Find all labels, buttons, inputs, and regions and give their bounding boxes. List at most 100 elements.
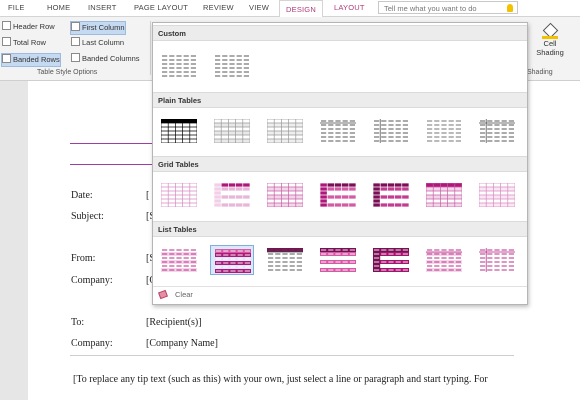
table-preview-icon — [162, 55, 196, 77]
checkbox-icon — [2, 54, 11, 63]
tab-layout[interactable]: LAYOUT — [334, 3, 365, 12]
total-row-checkbox[interactable]: Total Row — [2, 37, 46, 49]
to-value[interactable]: [Recipient(s)] — [146, 317, 202, 328]
table-style-thumbnail[interactable] — [422, 180, 466, 210]
row-plain — [153, 112, 527, 152]
lightbulb-icon — [507, 4, 513, 12]
checkbox-icon — [71, 37, 80, 46]
table-style-thumbnail[interactable] — [369, 116, 413, 146]
table-style-thumbnail[interactable] — [422, 245, 466, 275]
clear-button[interactable]: Clear — [153, 286, 527, 302]
table-preview-icon — [161, 249, 197, 272]
section-plain-tables: Plain Tables — [153, 92, 527, 108]
table-preview-icon — [374, 119, 408, 143]
subject-label: Subject: — [71, 211, 104, 222]
table-style-thumbnail[interactable] — [475, 180, 519, 210]
tab-design[interactable]: DESIGN — [279, 0, 323, 18]
ribbon-tabs: FILE HOME INSERT PAGE LAYOUT REVIEW VIEW… — [0, 0, 580, 18]
section-grid-tables: Grid Tables — [153, 156, 527, 172]
row-custom — [153, 47, 527, 87]
table-preview-icon — [320, 248, 356, 272]
table-style-options-label: Table Style Options — [37, 69, 98, 76]
company2-label: Company: — [71, 338, 113, 349]
row-list — [153, 241, 527, 281]
table-style-thumbnail[interactable] — [210, 180, 254, 210]
date-label: Date: — [71, 190, 93, 201]
banded-rows-checkbox[interactable]: Banded Rows — [1, 53, 61, 67]
tell-me-placeholder: Tell me what you want to do — [384, 4, 477, 13]
table-style-thumbnail[interactable] — [210, 116, 254, 146]
cell-shading-label-2: Shading — [536, 48, 564, 57]
table-style-thumbnail[interactable] — [316, 116, 360, 146]
table-style-thumbnail[interactable] — [263, 116, 307, 146]
section-list-tables: List Tables — [153, 221, 527, 237]
table-style-thumbnail[interactable] — [369, 245, 413, 275]
table-preview-icon — [479, 248, 515, 272]
table-preview-icon — [214, 119, 250, 143]
header-row-checkbox[interactable]: Header Row — [2, 21, 55, 33]
table-style-thumbnail[interactable] — [157, 245, 201, 275]
table-preview-icon — [373, 183, 409, 207]
checkbox-icon — [2, 37, 11, 46]
table-style-thumbnail[interactable] — [263, 180, 307, 210]
last-column-checkbox[interactable]: Last Column — [71, 37, 124, 49]
to-label: To: — [71, 317, 85, 328]
table-preview-icon — [479, 119, 515, 143]
table-preview-icon — [479, 183, 515, 207]
table-preview-icon — [215, 55, 249, 77]
table-style-thumbnail[interactable] — [422, 116, 466, 146]
table-style-thumbnail[interactable] — [157, 116, 201, 146]
table-style-thumbnail[interactable] — [316, 180, 360, 210]
body-text[interactable]: [To replace any tip text (such as this) … — [73, 374, 488, 385]
table-preview-icon — [426, 183, 462, 207]
date-value[interactable]: [ — [146, 190, 149, 201]
table-style-thumbnail[interactable] — [369, 180, 413, 210]
shading-group-label: Shading — [527, 69, 553, 76]
cell-shading-label-1: Cell — [543, 39, 557, 48]
table-preview-icon — [427, 120, 461, 142]
table-style-thumbnail[interactable] — [263, 245, 307, 275]
table-preview-icon — [320, 120, 356, 142]
table-preview-icon — [161, 119, 197, 143]
checkbox-icon — [71, 22, 80, 31]
table-preview-icon — [214, 183, 250, 207]
table-styles-gallery: Custom Plain Tables Grid Tables List Tab… — [152, 22, 528, 305]
tell-me-search[interactable]: Tell me what you want to do — [378, 1, 518, 14]
table-style-thumbnail[interactable] — [157, 51, 201, 81]
tab-insert[interactable]: INSERT — [88, 3, 117, 12]
clear-label: Clear — [175, 290, 193, 299]
checkbox-icon — [71, 53, 80, 62]
company2-value[interactable]: [Company Name] — [146, 338, 218, 349]
cell-shading-button[interactable]: Cell Shading — [524, 19, 576, 57]
tab-review[interactable]: REVIEW — [203, 3, 234, 12]
table-style-thumbnail[interactable] — [210, 51, 254, 81]
eraser-icon — [158, 289, 168, 300]
from-label: From: — [71, 253, 96, 264]
separator-line — [70, 355, 514, 356]
table-style-thumbnail[interactable] — [157, 180, 201, 210]
table-preview-icon — [267, 248, 303, 271]
table-preview-icon — [215, 249, 251, 273]
first-column-checkbox[interactable]: First Column — [70, 21, 126, 35]
tab-page-layout[interactable]: PAGE LAYOUT — [134, 3, 188, 12]
table-style-thumbnail[interactable] — [316, 245, 360, 275]
table-style-thumbnail[interactable] — [210, 245, 254, 275]
paint-bucket-icon — [542, 21, 559, 39]
table-preview-icon — [373, 248, 409, 272]
row-grid — [153, 176, 527, 216]
table-preview-icon — [267, 183, 303, 207]
table-preview-icon — [320, 183, 356, 207]
table-preview-icon — [267, 119, 303, 143]
tab-file[interactable]: FILE — [8, 3, 25, 12]
table-style-thumbnail[interactable] — [475, 245, 519, 275]
banded-columns-checkbox[interactable]: Banded Columns — [71, 53, 140, 65]
company-label: Company: — [71, 275, 113, 286]
section-custom: Custom — [153, 25, 527, 41]
table-style-thumbnail[interactable] — [475, 116, 519, 146]
table-preview-icon — [161, 183, 197, 207]
group-divider — [150, 21, 151, 75]
tab-home[interactable]: HOME — [47, 3, 70, 12]
checkbox-icon — [2, 21, 11, 30]
table-preview-icon — [426, 249, 462, 272]
tab-view[interactable]: VIEW — [249, 3, 269, 12]
